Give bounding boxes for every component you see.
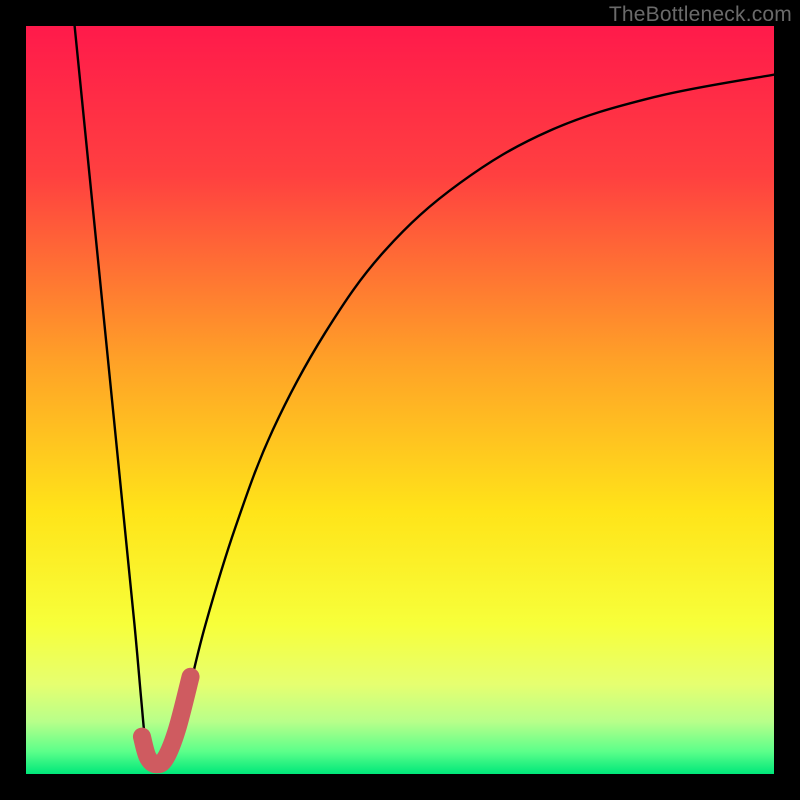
curve-layer <box>26 26 774 774</box>
highlight-j <box>142 677 191 765</box>
bottleneck-curve <box>75 26 774 767</box>
plot-area <box>26 26 774 774</box>
watermark-text: TheBottleneck.com <box>609 3 792 27</box>
chart-frame: TheBottleneck.com <box>0 0 800 800</box>
